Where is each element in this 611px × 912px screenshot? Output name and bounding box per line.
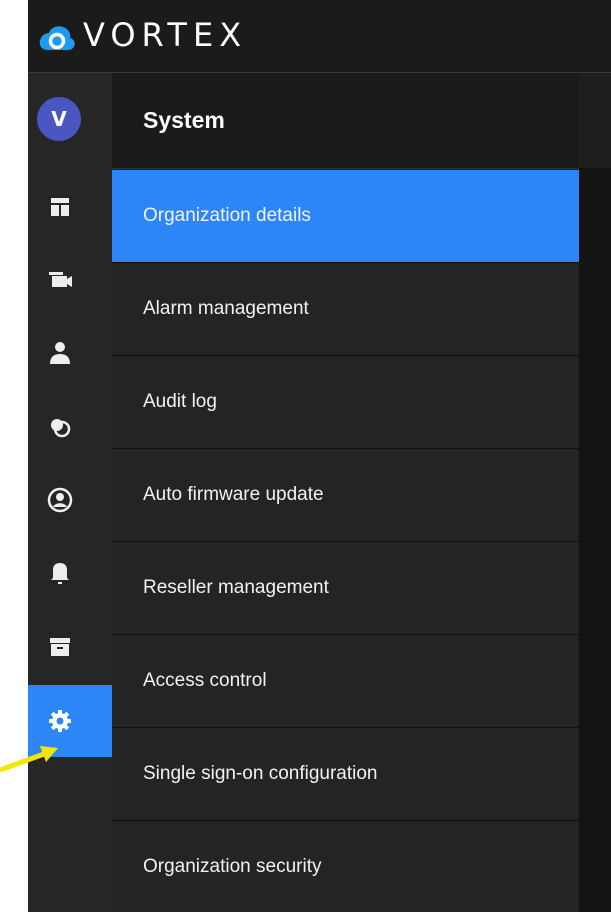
- avatar[interactable]: V: [37, 97, 81, 141]
- menu-item-access-control[interactable]: Access control: [112, 635, 579, 728]
- dashboard-icon: [51, 198, 69, 216]
- bell-icon: [51, 563, 69, 584]
- menu-item-label: Alarm management: [143, 298, 309, 319]
- brand-name: VORTEX: [83, 16, 248, 54]
- menu-item-label: Organization security: [143, 856, 322, 877]
- system-menu: Organization details Alarm management Au…: [112, 170, 579, 912]
- content-area: [579, 168, 611, 912]
- menu-item-organization-details[interactable]: Organization details: [112, 170, 579, 263]
- rail-item-notifications[interactable]: [28, 537, 112, 609]
- rail-item-dashboard[interactable]: [28, 171, 112, 243]
- rail-item-integrations[interactable]: [28, 391, 112, 463]
- camera-icon: [49, 272, 72, 287]
- menu-item-organization-security[interactable]: Organization security: [112, 821, 579, 912]
- archive-icon: [50, 638, 70, 656]
- menu-item-label: Single sign-on configuration: [143, 763, 378, 784]
- user-circle-icon: [47, 487, 73, 513]
- menu-item-reseller-management[interactable]: Reseller management: [112, 542, 579, 635]
- system-panel: System Organization details Alarm manage…: [112, 73, 579, 912]
- menu-item-label: Auto firmware update: [143, 484, 324, 505]
- menu-item-label: Access control: [143, 670, 267, 691]
- vortex-logo-icon: [39, 26, 75, 50]
- person-icon: [50, 342, 70, 364]
- overlap-circles-icon: [51, 419, 71, 438]
- top-bar: VORTEX: [28, 0, 611, 73]
- panel-header: System: [112, 73, 579, 169]
- menu-item-label: Organization details: [143, 205, 311, 226]
- menu-item-label: Reseller management: [143, 577, 329, 598]
- menu-item-single-sign-on[interactable]: Single sign-on configuration: [112, 728, 579, 821]
- menu-item-auto-firmware-update[interactable]: Auto firmware update: [112, 449, 579, 542]
- panel-title: System: [143, 107, 225, 133]
- menu-item-alarm-management[interactable]: Alarm management: [112, 263, 579, 356]
- menu-item-label: Audit log: [143, 391, 217, 412]
- rail-item-account[interactable]: [28, 464, 112, 536]
- rail-item-cameras[interactable]: [28, 244, 112, 316]
- app-window: VORTEX V System Organization details Ala…: [28, 0, 611, 912]
- annotation-arrow-icon: [0, 746, 58, 773]
- icon-rail: V: [28, 73, 113, 912]
- gear-icon: [49, 710, 71, 732]
- rail-item-archive[interactable]: [28, 611, 112, 683]
- rail-item-users[interactable]: [28, 317, 112, 389]
- menu-item-audit-log[interactable]: Audit log: [112, 356, 579, 449]
